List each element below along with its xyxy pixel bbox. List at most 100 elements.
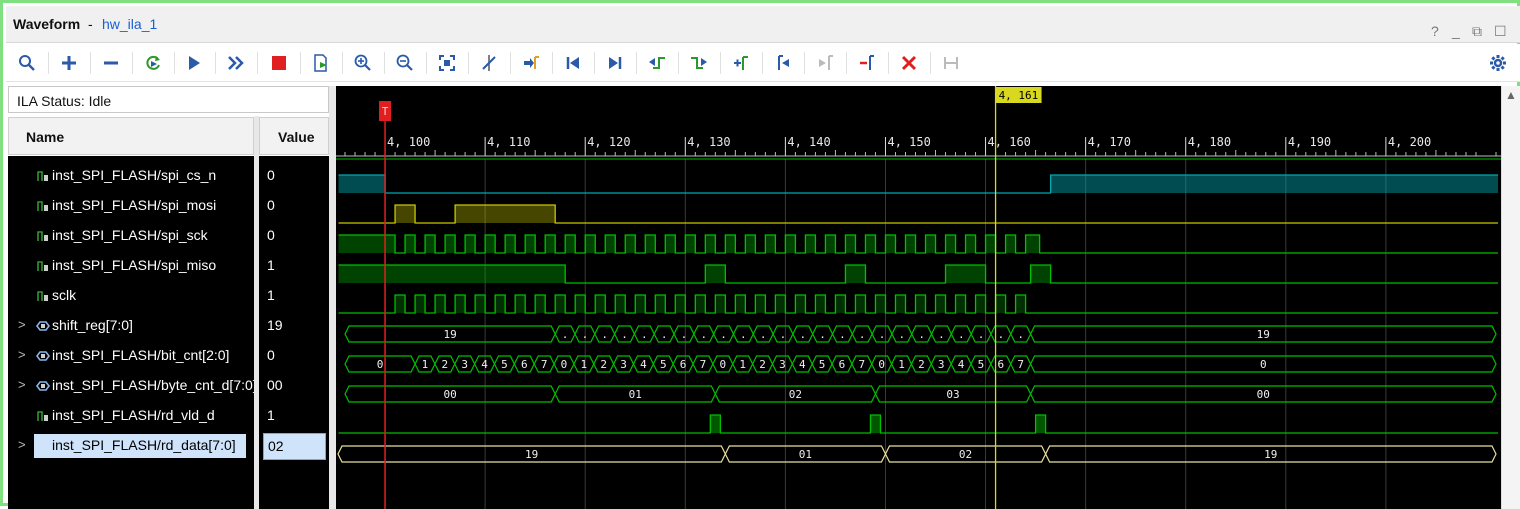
add-button[interactable] [53, 44, 85, 82]
sclk-high [655, 295, 666, 313]
signal-row[interactable]: sclk [8, 281, 254, 311]
signal-value[interactable]: 0 [259, 191, 329, 221]
help-icon[interactable]: ? [1431, 23, 1439, 39]
toolbar-separator [720, 52, 721, 74]
sclk-high [615, 295, 626, 313]
swap-cursors-button[interactable] [935, 44, 967, 82]
signal-value[interactable]: 1 [259, 401, 329, 431]
minimize-icon[interactable]: _ [1452, 23, 1460, 39]
spi-cs-n-high [1050, 175, 1498, 193]
byte-cnt-d-label: 01 [629, 388, 642, 401]
go-start-icon [566, 57, 579, 69]
vertical-scrollbar[interactable]: ▲ [1501, 86, 1520, 509]
signal-row[interactable]: > inst_SPI_FLASH/bit_cnt[2:0] [8, 341, 254, 371]
bit-cnt-label: 4 [481, 358, 488, 371]
run-trigger-immediate-button[interactable] [137, 44, 169, 82]
toolbar-separator [510, 52, 511, 74]
scroll-up-icon[interactable]: ▲ [1505, 88, 1517, 102]
toolbar-separator [804, 52, 805, 74]
signal-row[interactable]: > inst_SPI_FLASH/byte_cnt_d[7:0] [8, 371, 254, 401]
wave-divider[interactable] [329, 86, 336, 509]
tick-label: 4, 190 [1288, 135, 1331, 149]
signal-row[interactable]: > shift_reg[7:0] [8, 311, 254, 341]
signal-name: inst_SPI_FLASH/spi_miso [52, 257, 217, 273]
bit-cnt-label: 1 [422, 358, 429, 371]
signal-value[interactable]: 1 [259, 251, 329, 281]
spi-mosi-high [455, 205, 556, 223]
prev-transition-icon [649, 57, 665, 69]
zoom-out-button[interactable] [389, 44, 421, 82]
zoom-fit-button[interactable] [431, 44, 463, 82]
spi-mosi-high [395, 205, 416, 223]
shift-reg-label: . [582, 328, 589, 341]
snap-button[interactable] [473, 44, 505, 82]
value-column-header[interactable]: Value [259, 117, 329, 155]
sclk-high [455, 295, 466, 313]
signal-value-text: 0 [267, 227, 275, 243]
go-to-start-button[interactable] [557, 44, 589, 82]
chevron-right-icon[interactable]: > [18, 377, 26, 392]
signal-row[interactable]: inst_SPI_FLASH/spi_miso [8, 251, 254, 281]
previous-marker-button[interactable] [767, 44, 799, 82]
signal-value[interactable]: 0 [259, 221, 329, 251]
signal-value-text: 19 [267, 317, 283, 333]
name-column-header[interactable]: Name [8, 117, 254, 155]
signal-row[interactable]: > inst_SPI_FLASH/rd_data[7:0] [8, 431, 254, 461]
signal-name: inst_SPI_FLASH/spi_cs_n [52, 167, 217, 183]
previous-transition-button[interactable] [641, 44, 673, 82]
bit-cnt-label: 4 [640, 358, 647, 371]
search-button[interactable] [11, 44, 43, 82]
next-transition-button[interactable] [683, 44, 715, 82]
run-continuous-button[interactable] [220, 44, 252, 82]
go-to-end-button[interactable] [599, 44, 631, 82]
chevron-right-icon[interactable]: > [18, 437, 26, 452]
rd-data-label: 19 [525, 448, 538, 461]
run-trigger-button[interactable] [178, 44, 210, 82]
toolbar-separator [257, 52, 258, 74]
shift-reg-label: . [661, 328, 668, 341]
sclk-high [695, 295, 706, 313]
signal-row[interactable]: inst_SPI_FLASH/spi_mosi [8, 191, 254, 221]
spi-miso-high [845, 265, 866, 283]
settings-button[interactable] [1482, 44, 1514, 82]
ila-status-value: Idle [88, 93, 112, 109]
chevron-right-icon[interactable]: > [18, 347, 26, 362]
tick-label: 4, 100 [387, 135, 430, 149]
delete-marker-button[interactable] [851, 44, 883, 82]
go-to-cursor-button[interactable] [515, 44, 547, 82]
sclk-high [415, 295, 426, 313]
signal-value[interactable]: 1 [259, 281, 329, 311]
signal-value[interactable]: 02 [259, 431, 329, 461]
title-bar: Waveform - hw_ila_1 ? _ ⧉ ☐ [6, 6, 1520, 43]
rd-vld-d-high [870, 415, 881, 433]
signal-value[interactable]: 00 [259, 371, 329, 401]
signal-value[interactable]: 0 [259, 161, 329, 191]
add-marker-button[interactable] [725, 44, 757, 82]
shift-reg-label: 19 [443, 328, 456, 341]
delete-all-button[interactable] [893, 44, 925, 82]
sclk-high [675, 295, 686, 313]
signal-value[interactable]: 0 [259, 341, 329, 371]
toolbar-separator [215, 52, 216, 74]
signal-value[interactable]: 19 [259, 311, 329, 341]
export-button[interactable] [305, 44, 337, 82]
zoom-in-button[interactable] [347, 44, 379, 82]
signal-row[interactable]: inst_SPI_FLASH/spi_sck [8, 221, 254, 251]
stop-button[interactable] [263, 44, 295, 82]
chevron-right-icon[interactable]: > [18, 317, 26, 332]
gear-icon [1490, 55, 1506, 71]
delete-marker-icon [860, 55, 874, 70]
sclk-high [955, 295, 966, 313]
next-marker-button[interactable] [809, 44, 841, 82]
maximize-icon[interactable]: ☐ [1494, 23, 1507, 40]
spi-sck-high [985, 235, 996, 253]
byte-cnt-d-label: 03 [946, 388, 959, 401]
ila-link[interactable]: hw_ila_1 [102, 16, 157, 32]
bit-cnt-label: 0 [878, 358, 885, 371]
signal-row[interactable]: inst_SPI_FLASH/rd_vld_d [8, 401, 254, 431]
signal-row[interactable]: inst_SPI_FLASH/spi_cs_n [8, 161, 254, 191]
restore-icon[interactable]: ⧉ [1472, 23, 1482, 40]
remove-button[interactable] [95, 44, 127, 82]
waveform-canvas[interactable]: 4, 100 4, 110 4, 120 4, 130 4, 140 4, 150 4, 1… [336, 86, 1501, 509]
bit-cnt-label: 3 [620, 358, 627, 371]
